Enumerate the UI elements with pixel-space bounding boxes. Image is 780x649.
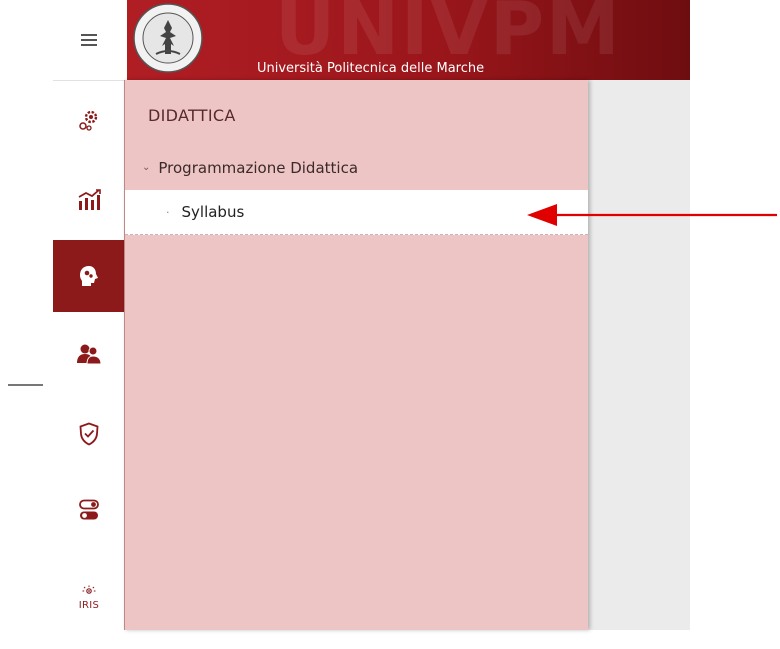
- panel-title: DIDATTICA: [148, 106, 236, 125]
- menu-section-label: Programmazione Didattica: [158, 159, 359, 177]
- chart-growth-icon: [78, 189, 101, 210]
- rail-item-didattica[interactable]: [53, 240, 124, 312]
- rail-item-iris[interactable]: IRIS: [53, 564, 124, 636]
- rail-item-preferences[interactable]: [53, 474, 124, 546]
- rail-item-users[interactable]: [53, 318, 124, 390]
- users-icon: [76, 344, 102, 365]
- bullet-icon: ·: [166, 205, 170, 219]
- toggle-switch-icon: [78, 499, 99, 520]
- menu-section-programmazione-didattica[interactable]: ⌄ Programmazione Didattica: [142, 159, 358, 177]
- university-seal-logo[interactable]: [132, 2, 204, 74]
- didattica-side-panel: DIDATTICA ⌄ Programmazione Didattica · S…: [124, 80, 588, 630]
- icon-sidebar: IRIS: [53, 0, 124, 630]
- rail-divider: [53, 80, 124, 81]
- app-frame: UNIVPM Università Politecnica delle Marc…: [0, 0, 780, 649]
- rail-item-settings[interactable]: [53, 84, 124, 156]
- hamburger-menu-icon: [80, 34, 97, 46]
- main-content-area: [587, 80, 690, 630]
- shield-check-icon: [79, 422, 98, 446]
- gears-icon: [78, 110, 97, 131]
- university-name: Università Politecnica delle Marche: [257, 61, 485, 76]
- rail-item-security[interactable]: [53, 398, 124, 470]
- svg-text:IRIS: IRIS: [78, 600, 98, 611]
- rail-item-statistics[interactable]: [53, 164, 124, 236]
- chevron-down-icon: ⌄: [142, 161, 151, 173]
- header-banner: UNIVPM Università Politecnica delle Marc…: [127, 0, 690, 80]
- head-gears-icon: [79, 266, 98, 286]
- menu-item-syllabus[interactable]: · Syllabus: [125, 190, 588, 235]
- menu-item-label: Syllabus: [181, 203, 245, 221]
- hamburger-menu-button[interactable]: [53, 0, 124, 80]
- iris-logo-icon: IRIS: [78, 585, 98, 611]
- edge-marker: [8, 384, 43, 386]
- annotation-arrow: [527, 204, 777, 226]
